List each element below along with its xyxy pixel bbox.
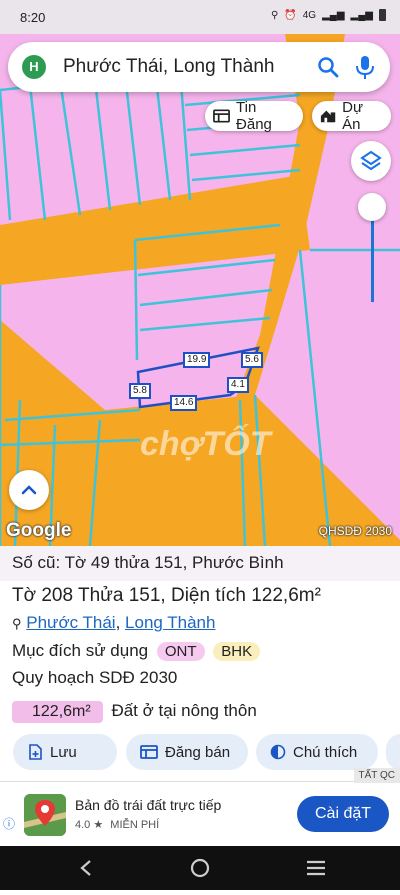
search-bar[interactable]: H Phước Thái, Long Thành — [8, 42, 390, 92]
network-label: 4G — [302, 9, 317, 21]
dimension-label-right-lower: 4.1 — [227, 377, 249, 393]
search-input[interactable]: Phước Thái, Long Thành — [63, 56, 274, 78]
parcel-title: Tờ 208 Thửa 151, Diện tích 122,6m² — [12, 585, 321, 606]
google-logo: Google — [6, 520, 72, 541]
old-record: Số cũ: Tờ 49 thửa 151, Phước Bình — [0, 546, 400, 581]
project-chip[interactable]: Dự Án — [312, 99, 391, 133]
expand-button[interactable] — [9, 470, 49, 510]
ad-install-button[interactable]: Cài đặT — [297, 796, 389, 832]
search-icon[interactable] — [316, 55, 340, 79]
ad-price: MIỄN PHÍ — [110, 819, 160, 831]
ad-title[interactable]: Bản đồ trái đất trực tiếp — [75, 797, 221, 813]
location-icon: ⚲ — [270, 9, 279, 21]
save-button[interactable]: Lưu — [13, 734, 117, 770]
chevron-up-icon — [21, 485, 37, 495]
dimension-label-bottom: 14.6 — [170, 395, 198, 411]
ad-meta: 4.0 ★ MIỄN PHÍ — [75, 818, 159, 831]
map-watermark: chợTỐT — [140, 425, 271, 463]
usage-label: Mục đích sử dụng — [12, 641, 149, 660]
usage-row: Mục đích sử dụng ONT BHK — [12, 641, 261, 661]
post-listing-button[interactable]: Đăng bán — [126, 734, 248, 770]
ad-info-icon[interactable]: ⓘ — [3, 815, 15, 832]
recents-icon — [307, 860, 325, 876]
status-time: 8:20 — [20, 10, 46, 25]
layers-icon — [360, 150, 382, 171]
signal-icon: ▂▄▆ — [322, 9, 345, 21]
opacity-slider-track[interactable] — [371, 212, 374, 302]
add-file-icon — [29, 744, 42, 760]
battery-icon — [379, 9, 386, 21]
usage-tag-bhk: BHK — [213, 642, 261, 661]
dimension-label-right-upper: 5.6 — [241, 352, 263, 368]
planning-row: 122,6m² Đất ở tại nông thôn — [12, 701, 257, 723]
location-row: ⚲ Phước Thái, Long Thành — [12, 613, 215, 633]
listing-chip[interactable]: Tin Đăng — [205, 99, 303, 133]
avatar[interactable]: H — [22, 55, 46, 79]
map-layer-label: QHSDĐ 2030 — [318, 524, 392, 538]
ad-banner[interactable]: TẤT QC ⓘ Bản đồ trái đất trực tiếp 4.0 ★… — [0, 768, 400, 846]
planning-desc: Đất ở tại nông thôn — [111, 701, 257, 720]
planning-area: 122,6m² — [12, 701, 103, 723]
home-icon — [190, 858, 210, 878]
listing-chip-label: Tin Đăng — [236, 99, 272, 133]
project-chip-label: Dự Án — [342, 99, 363, 133]
back-icon — [80, 860, 91, 876]
listing-icon — [140, 745, 158, 759]
status-icons: ⚲ ⏰ 4G ▂▄▆ ▂▄▆ — [271, 9, 386, 21]
signal-icon-2: ▂▄▆ — [350, 9, 373, 21]
ad-app-icon[interactable] — [24, 794, 66, 836]
mic-icon[interactable] — [354, 54, 376, 80]
ad-rating: 4.0 ★ — [75, 819, 104, 831]
district-link[interactable]: Long Thành — [125, 613, 215, 632]
house-icon — [320, 110, 336, 123]
post-listing-label: Đăng bán — [165, 743, 231, 761]
alarm-icon: ⏰ — [284, 9, 297, 21]
planning-label: Quy hoạch SDĐ 2030 — [12, 668, 178, 687]
usage-tag-ont: ONT — [156, 642, 205, 661]
location-separator: , — [115, 613, 126, 632]
dimension-label-left: 5.8 — [129, 383, 151, 399]
pin-icon: ⚲ — [12, 616, 22, 631]
legend-label: Chú thích — [293, 743, 358, 761]
opacity-slider-thumb[interactable] — [358, 193, 386, 221]
system-nav-bar — [0, 846, 400, 890]
save-button-label: Lưu — [50, 743, 77, 761]
nav-icons — [80, 858, 325, 878]
legend-button[interactable]: Chú thích — [256, 734, 378, 770]
ward-link[interactable]: Phước Thái — [26, 613, 115, 632]
ad-close-tag[interactable]: TẤT QC — [353, 768, 400, 783]
status-bar: 8:20 ⚲ ⏰ 4G ▂▄▆ ▂▄▆ — [0, 0, 400, 34]
contrast-icon — [270, 744, 286, 760]
layers-button[interactable] — [351, 141, 391, 181]
map-pin-icon — [24, 794, 66, 836]
listing-icon — [213, 109, 230, 123]
dimension-label-top: 19.9 — [183, 352, 211, 368]
